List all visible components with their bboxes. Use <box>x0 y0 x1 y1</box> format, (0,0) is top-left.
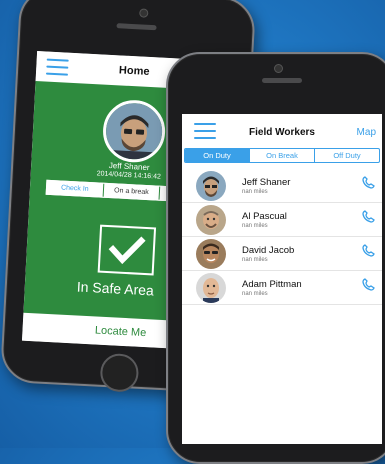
avatar <box>196 238 226 269</box>
list-item[interactable]: Al Pascual nan miles <box>182 203 382 237</box>
worker-name: David Jacob <box>242 244 295 256</box>
phone-icon[interactable] <box>360 209 376 225</box>
duty-segmented-control: On Duty On Break Off Duty <box>184 148 380 163</box>
field-workers-header: Field Workers Map <box>182 114 382 148</box>
avatar <box>196 272 226 303</box>
front-camera <box>139 8 149 18</box>
map-link[interactable]: Map <box>357 127 376 138</box>
worker-name: Jeff Shaner <box>242 176 291 188</box>
front-camera <box>274 64 283 73</box>
worker-distance: nan miles <box>242 290 268 297</box>
phone-icon[interactable] <box>360 175 376 191</box>
avatar <box>101 98 167 164</box>
worker-distance: nan miles <box>242 188 268 195</box>
list-item[interactable]: Adam Pittman nan miles <box>182 271 382 305</box>
earpiece-speaker <box>116 23 157 31</box>
segment-off-duty[interactable]: Off Duty <box>315 149 379 162</box>
worker-name: Al Pascual <box>242 210 287 222</box>
worker-list: Jeff Shaner nan miles Al Pascual nan mil… <box>182 169 382 305</box>
status-text: In Safe Area <box>76 278 155 299</box>
worker-distance: nan miles <box>242 222 268 229</box>
checkmark-icon <box>97 224 157 276</box>
phone-icon[interactable] <box>360 277 376 293</box>
worker-distance: nan miles <box>242 256 268 263</box>
avatar <box>196 204 226 235</box>
phone-front: Field Workers Map On Duty On Break Off D… <box>166 52 385 464</box>
segment-on-break[interactable]: On Break <box>250 149 315 162</box>
avatar <box>196 170 226 201</box>
tab-on-a-break[interactable]: On a break <box>103 183 161 200</box>
earpiece-speaker <box>262 78 302 83</box>
list-item[interactable]: Jeff Shaner nan miles <box>182 169 382 203</box>
phone-icon[interactable] <box>360 243 376 259</box>
field-workers-screen: Field Workers Map On Duty On Break Off D… <box>182 114 382 444</box>
home-button[interactable] <box>99 352 140 393</box>
segment-on-duty[interactable]: On Duty <box>185 149 250 162</box>
list-item[interactable]: David Jacob nan miles <box>182 237 382 271</box>
worker-name: Adam Pittman <box>242 278 302 290</box>
tab-check-in[interactable]: Check In <box>46 180 104 197</box>
page-title: Field Workers <box>249 127 315 138</box>
